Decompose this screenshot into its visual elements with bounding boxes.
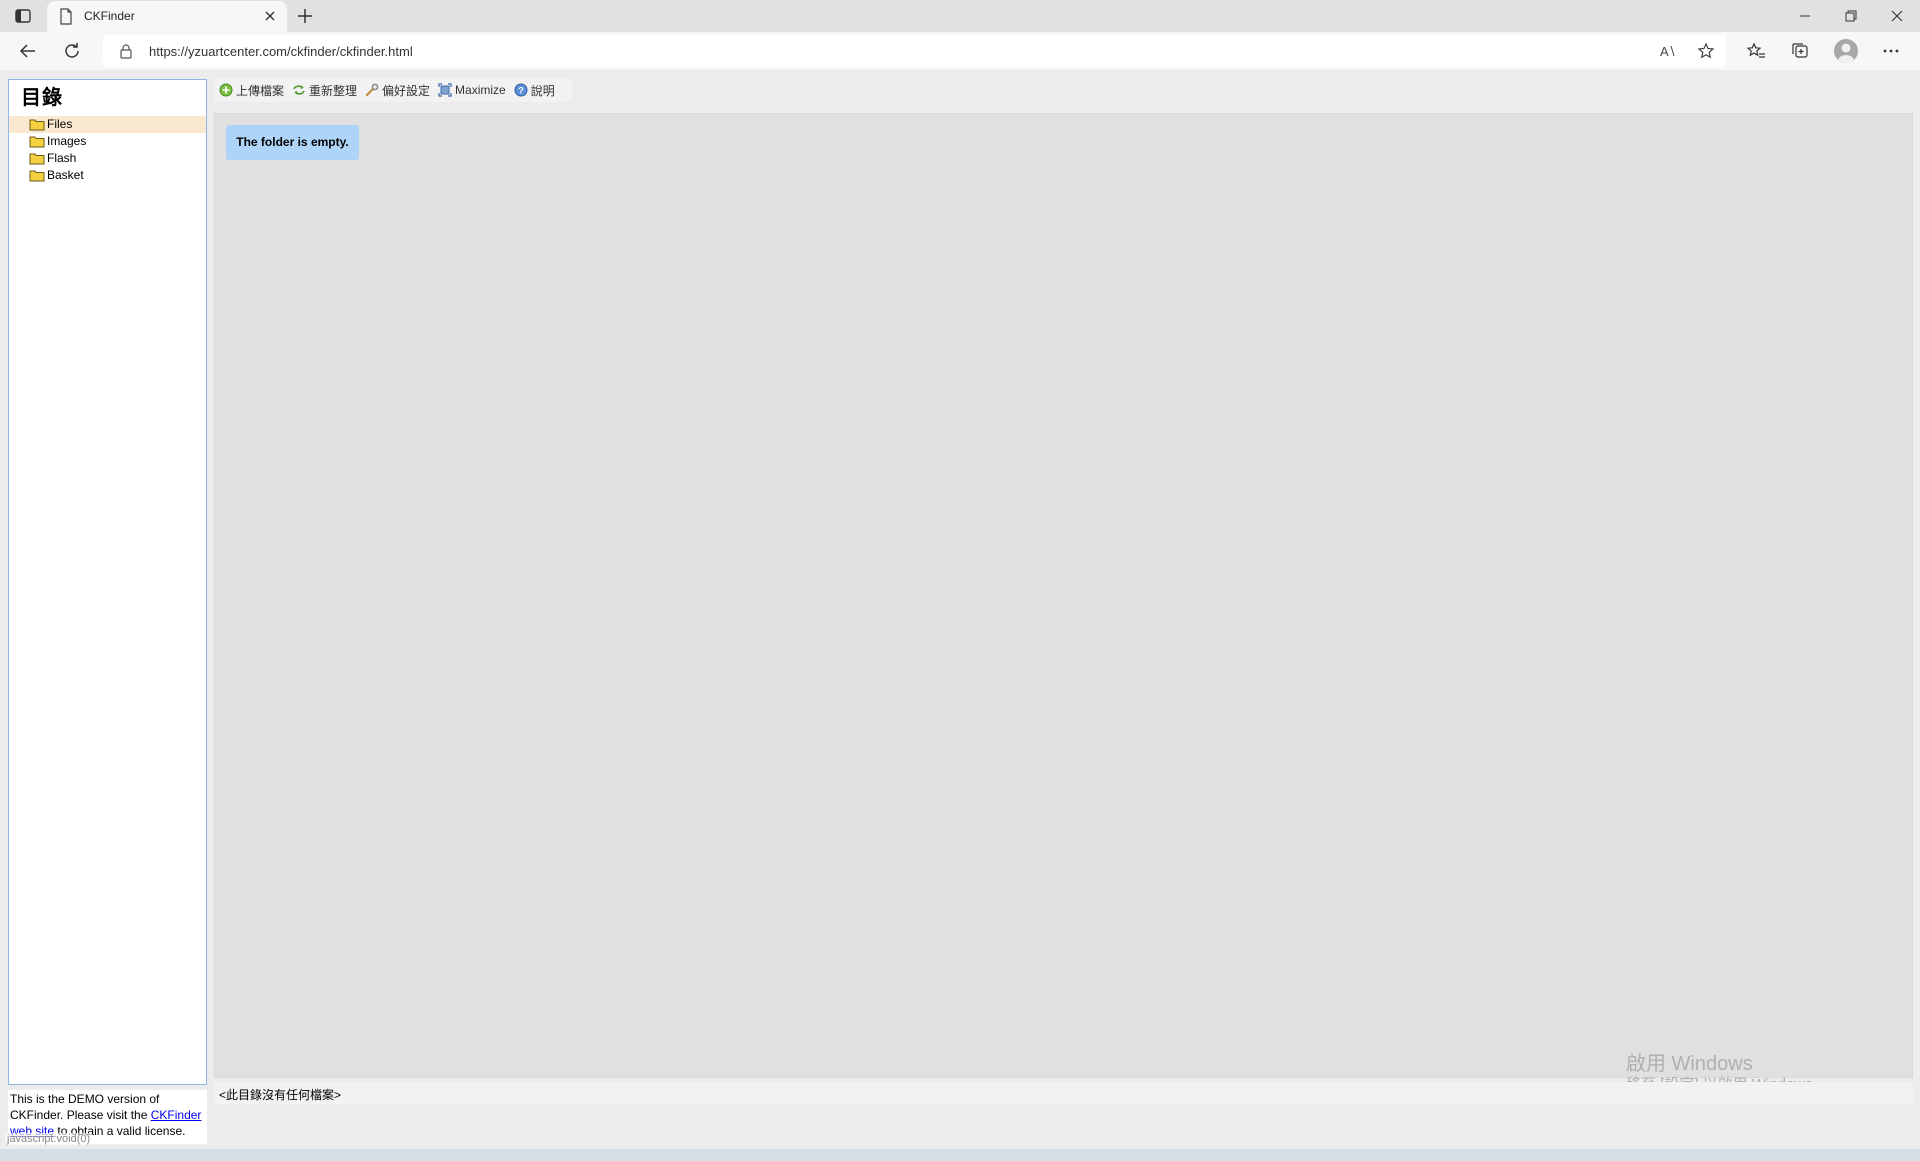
folder-item-basket[interactable]: Basket	[9, 167, 206, 184]
folder-icon	[29, 169, 45, 182]
folder-item-images[interactable]: Images	[9, 133, 206, 150]
favorites-icon[interactable]	[1745, 40, 1767, 62]
browser-tab[interactable]: CKFinder	[47, 1, 287, 32]
maximize-icon	[438, 83, 452, 97]
folder-label[interactable]: Flash	[47, 151, 76, 165]
browser-nav-bar: https://yzuartcenter.com/ckfinder/ckfind…	[0, 32, 1920, 70]
back-arrow-icon[interactable]	[17, 40, 39, 62]
refresh-icon[interactable]	[61, 40, 83, 62]
demo-text-before: This is the DEMO version of CKFinder. Pl…	[10, 1092, 160, 1122]
svg-text:?: ?	[518, 86, 524, 96]
close-icon[interactable]	[263, 9, 277, 23]
maximize-button[interactable]: Maximize	[438, 83, 506, 97]
window-close-icon[interactable]	[1874, 0, 1920, 32]
browser-tab-bar: CKFinder	[0, 0, 1920, 32]
folder-label[interactable]: Files	[47, 117, 72, 131]
bottom-strip	[0, 1149, 1920, 1161]
folder-icon	[29, 135, 45, 148]
profile-avatar[interactable]	[1834, 39, 1858, 63]
svg-text:A: A	[1660, 44, 1669, 59]
wrench-icon	[365, 83, 379, 97]
help-icon: ?	[514, 83, 528, 97]
refresh-arrows-icon	[292, 83, 306, 97]
lock-icon[interactable]	[118, 43, 134, 59]
upload-label: 上傳檔案	[236, 83, 285, 98]
files-area[interactable]: The folder is empty.	[214, 113, 1913, 1078]
upload-button[interactable]: 上傳檔案	[219, 82, 284, 99]
help-button[interactable]: ? 說明	[514, 82, 555, 99]
status-bar: <此目錄沒有任何檔案>	[214, 1082, 1913, 1104]
tab-title: CKFinder	[84, 9, 135, 23]
help-label: 說明	[530, 83, 555, 98]
folder-label[interactable]: Images	[47, 134, 86, 148]
page-icon	[58, 8, 74, 25]
ckfinder-page: 目錄 Files Images Flash Basket This is the…	[0, 70, 1920, 1161]
folders-panel: 目錄 Files Images Flash Basket	[8, 79, 207, 1085]
folder-tree: Files Images Flash Basket	[9, 116, 206, 184]
maximize-label: Maximize	[455, 83, 506, 97]
read-aloud-icon[interactable]: A	[1659, 42, 1677, 60]
refresh-button[interactable]: 重新整理	[292, 82, 357, 99]
new-tab-icon[interactable]	[295, 6, 315, 26]
folder-label[interactable]: Basket	[47, 168, 84, 182]
hover-status-url: javascript:void(0)	[5, 1133, 93, 1145]
more-options-icon[interactable]	[1880, 40, 1902, 62]
refresh-label: 重新整理	[309, 83, 358, 98]
settings-label: 偏好設定	[382, 83, 431, 98]
status-text: <此目錄沒有任何檔案>	[219, 1088, 342, 1102]
folder-item-flash[interactable]: Flash	[9, 150, 206, 167]
settings-button[interactable]: 偏好設定	[365, 82, 430, 99]
minimize-icon[interactable]	[1782, 0, 1828, 32]
url-text[interactable]: https://yzuartcenter.com/ckfinder/ckfind…	[149, 44, 413, 59]
folder-icon	[29, 152, 45, 165]
activation-title: 啟用 Windows	[1626, 1053, 1753, 1075]
upload-icon	[219, 83, 233, 97]
empty-folder-message: The folder is empty.	[226, 125, 359, 160]
folders-title: 目錄	[21, 87, 63, 109]
collections-icon[interactable]	[1789, 40, 1811, 62]
add-favorite-icon[interactable]	[1697, 42, 1715, 60]
folder-item-files[interactable]: Files	[9, 116, 206, 133]
restore-icon[interactable]	[1828, 0, 1874, 32]
toolbar: 上傳檔案 重新整理 偏好設定 Maximize ? 說明	[214, 78, 572, 102]
address-bar[interactable]: https://yzuartcenter.com/ckfinder/ckfind…	[103, 35, 1726, 67]
folder-icon	[29, 118, 45, 131]
tab-actions-icon[interactable]	[12, 6, 34, 26]
